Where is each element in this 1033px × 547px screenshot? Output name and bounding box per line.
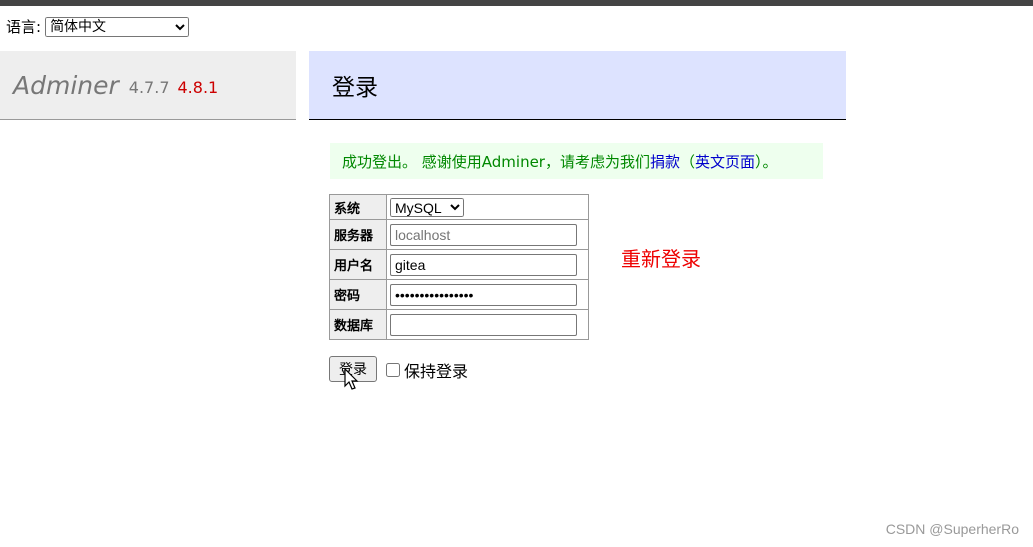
current-version: 4.7.7	[128, 77, 170, 97]
database-input[interactable]	[390, 313, 577, 336]
watermark: CSDN @SuperherRo	[885, 521, 1019, 537]
page-header: 登录	[309, 51, 846, 120]
english-page-link[interactable]: 英文页面	[695, 153, 755, 171]
username-input[interactable]	[390, 253, 577, 276]
username-row: 用户名	[329, 249, 589, 280]
username-cell	[386, 249, 589, 280]
password-input[interactable]	[390, 283, 577, 306]
brand-name-link[interactable]: Adminer	[13, 71, 119, 100]
system-label: 系统	[329, 194, 387, 220]
server-input[interactable]	[390, 223, 577, 246]
remember-label: 保持登录	[404, 362, 469, 381]
password-label: 密码	[329, 279, 387, 310]
message-end: ）。	[755, 152, 778, 171]
donate-link[interactable]: 捐款	[650, 153, 680, 171]
message-paren-open: （	[680, 152, 696, 171]
language-select[interactable]: 简体中文	[45, 16, 190, 37]
language-switcher: 语言: 简体中文	[6, 16, 190, 37]
username-label: 用户名	[329, 249, 387, 280]
message-text: 成功登出。 感谢使用Adminer，请考虑为我们捐款（英文页面）。	[342, 151, 778, 172]
password-row: 密码	[329, 279, 589, 310]
database-label: 数据库	[329, 309, 387, 340]
new-version-link[interactable]: 4.8.1	[178, 78, 219, 97]
brand-panel: Adminer 4.7.7 4.8.1	[0, 51, 296, 120]
server-label: 服务器	[329, 219, 387, 250]
database-cell	[386, 309, 589, 340]
logout-message: 成功登出。 感谢使用Adminer，请考虑为我们捐款（英文页面）。	[330, 143, 823, 179]
message-body: 成功登出。 感谢使用Adminer，请考虑为我们	[342, 152, 650, 171]
system-select[interactable]: MySQL	[390, 197, 464, 217]
window-top-bar	[0, 0, 1033, 6]
remember-checkbox[interactable]	[386, 363, 400, 377]
remember-login[interactable]: 保持登录	[386, 358, 468, 382]
system-row: 系统 MySQL	[329, 194, 589, 220]
language-label: 语言:	[6, 18, 42, 36]
page-title: 登录	[332, 75, 378, 101]
pointer-cursor-icon	[344, 368, 359, 390]
server-cell	[386, 219, 589, 250]
relogin-annotation: 重新登录	[621, 247, 701, 271]
server-row: 服务器	[329, 219, 589, 250]
password-cell	[386, 279, 589, 310]
database-row: 数据库	[329, 309, 589, 340]
login-form-table: 系统 MySQL 服务器 用户名 密码 数据库	[329, 194, 589, 340]
system-cell: MySQL	[386, 194, 589, 220]
